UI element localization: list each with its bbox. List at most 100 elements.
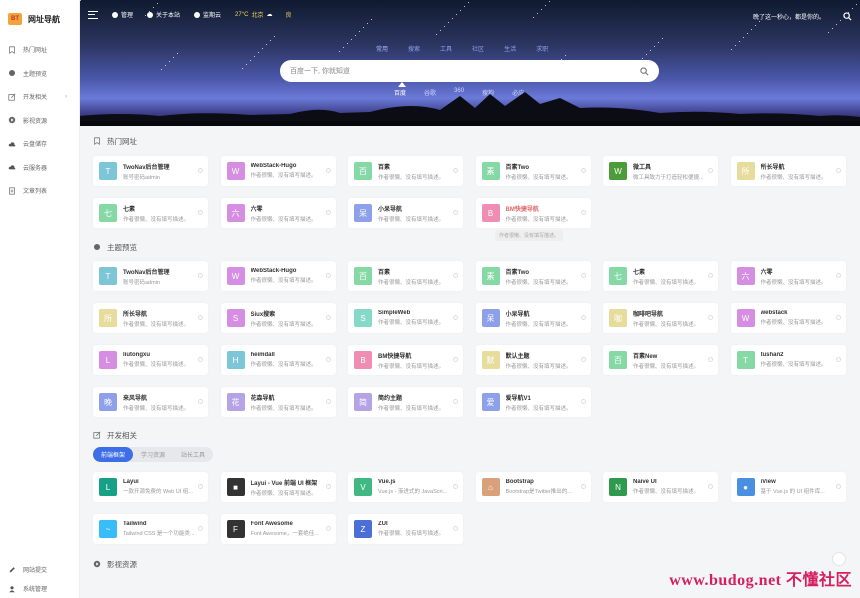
more-info-icon[interactable] (453, 357, 458, 362)
site-card[interactable]: T TwoNav后台管理 账号密码admin (93, 261, 208, 291)
site-card[interactable]: 呆小呆导航 作者很懒、没有填写描述。 (475, 303, 591, 333)
search-icon[interactable] (843, 12, 852, 21)
site-card[interactable]: 百百素 作者很懒、没有填写描述。 (348, 156, 463, 186)
site-card[interactable]: Ttushan2 作者很懒、没有填写描述。 (730, 345, 846, 375)
search-submit-icon[interactable] (640, 66, 649, 76)
more-info-icon[interactable] (453, 273, 458, 278)
search-category-tab[interactable]: 常用 (376, 44, 388, 53)
sidebar-item[interactable]: 系统管理 (0, 579, 80, 598)
site-card[interactable]: B BM快捷导航 作者很懒、没有填写描述。 (348, 345, 463, 375)
site-card[interactable]: W WebStack-Hugo 作者很懒、没有填写描述。 (220, 261, 336, 291)
sidebar-item[interactable]: 热门网址 (0, 38, 79, 62)
more-info-icon[interactable] (198, 484, 203, 489)
site-card[interactable]: ⌂ Bootstrap Bootstrap是Twitter推出的... (475, 472, 591, 502)
more-info-icon[interactable] (325, 526, 331, 531)
more-info-icon[interactable] (453, 168, 458, 173)
more-info-icon[interactable] (708, 273, 713, 278)
site-card[interactable]: 咖咖啡吧导航 作者很懒、没有填写描述。 (603, 303, 718, 333)
site-card[interactable]: S Siux搜索 作者很懒、没有填写描述。 (220, 303, 336, 333)
topnav-cloud[interactable]: 监期云 (194, 10, 221, 19)
site-card[interactable]: Wwebstack 作者很懒、没有填写描述。 (730, 303, 846, 333)
more-info-icon[interactable] (580, 399, 586, 404)
sidebar-item[interactable]: 文章列表 (0, 179, 79, 203)
sidebar-item[interactable]: 云盘储存 (0, 132, 79, 156)
site-card[interactable]: 素百素Two 作者很懒、没有填写描述。 (475, 261, 591, 291)
more-info-icon[interactable] (325, 399, 331, 404)
more-info-icon[interactable] (835, 484, 841, 489)
more-info-icon[interactable] (835, 168, 841, 173)
sidebar-item[interactable]: 影视资源 (0, 109, 79, 133)
site-card[interactable]: 所所长导航 作者很懒、没有填写描述。 (730, 156, 846, 186)
more-info-icon[interactable] (325, 273, 331, 278)
more-info-icon[interactable] (835, 357, 841, 362)
site-card[interactable]: L Layui 一款开源免费的 Web UI 组... (93, 472, 208, 502)
search-category-tab[interactable]: 搜索 (408, 44, 420, 53)
topnav-about[interactable]: 关于本站 (147, 10, 180, 19)
weather-widget[interactable]: 27°C 北京 ☁ 良 (235, 10, 291, 20)
more-info-icon[interactable] (708, 484, 713, 489)
search-category-tab[interactable]: 生活 (504, 44, 516, 53)
site-card[interactable]: 百百素New 作者很懒、没有填写描述。 (603, 345, 718, 375)
more-info-icon[interactable] (325, 315, 331, 320)
site-card[interactable]: Z ZUI 作者很懒、没有填写描述。 (348, 514, 463, 544)
site-card[interactable]: 百百素 作者很懒、没有填写描述。 (348, 261, 463, 291)
site-card[interactable]: ● iView 基于 Vue.js 的 UI 组件库... (730, 472, 846, 502)
site-logo[interactable]: BT 网址导航 (0, 0, 79, 38)
site-card[interactable]: W 微工具 微工具致力于打造轻松便捷... (603, 156, 718, 186)
site-card[interactable]: 晚来风导航 作者很懒、没有填写描述。 (93, 387, 208, 417)
more-info-icon[interactable] (198, 168, 203, 173)
site-card[interactable]: 所所长导航 作者很懒、没有填写描述。 (93, 303, 208, 333)
site-card[interactable]: ~ Tailwind Tailwind CSS 是一个功能类... (93, 514, 208, 544)
site-card[interactable]: ■ Layui - Vue 前端 UI 框架 作者很懒、没有填写描述。 (220, 472, 336, 502)
topnav-admin[interactable]: 管理 (112, 10, 133, 19)
more-info-icon[interactable] (580, 210, 586, 215)
site-card[interactable]: S SimpleWeb 作者很懒、没有填写描述。 (348, 303, 463, 333)
site-card[interactable]: Hheimdall 作者很懒、没有填写描述。 (220, 345, 336, 375)
site-card[interactable]: N Naive UI 作者很懒、没有填写描述。 (603, 472, 718, 502)
more-info-icon[interactable] (708, 168, 713, 173)
more-info-icon[interactable] (453, 315, 458, 320)
site-card[interactable]: W WebStack-Hugo 作者很懒、没有填写描述。 (220, 156, 336, 186)
site-card[interactable]: 六六零 作者很懒、没有填写描述。 (220, 198, 336, 228)
more-info-icon[interactable] (453, 526, 458, 531)
site-card[interactable]: T TwoNav后台管理 账号密码admin (93, 156, 208, 186)
more-info-icon[interactable] (198, 315, 203, 320)
more-info-icon[interactable] (708, 315, 713, 320)
search-category-tab[interactable]: 工具 (440, 44, 452, 53)
more-info-icon[interactable] (325, 484, 331, 489)
sidebar-item[interactable]: 云服务器 (0, 156, 79, 180)
sidebar-item[interactable]: 网站提交 (0, 560, 80, 579)
more-info-icon[interactable] (325, 168, 331, 173)
search-input[interactable]: 百度一下, 你就知道 (290, 66, 350, 76)
site-card[interactable]: 呆小呆导航 作者很懒、没有填写描述。 (348, 198, 463, 228)
more-info-icon[interactable] (198, 357, 203, 362)
search-category-tab[interactable]: 求职 (536, 44, 548, 53)
site-card[interactable]: 爱爱导航V1 作者很懒、没有填写描述。 (475, 387, 591, 417)
more-info-icon[interactable] (198, 273, 203, 278)
site-card[interactable]: 素百素Two 作者很懒、没有填写描述。 (475, 156, 591, 186)
more-info-icon[interactable] (580, 273, 586, 278)
more-info-icon[interactable] (198, 210, 203, 215)
more-info-icon[interactable] (835, 315, 841, 320)
more-info-icon[interactable] (835, 273, 841, 278)
site-card[interactable]: Lliutongxu 作者很懒、没有填写描述。 (93, 345, 208, 375)
more-info-icon[interactable] (580, 484, 586, 489)
more-info-icon[interactable] (453, 484, 458, 489)
more-info-icon[interactable] (325, 210, 331, 215)
site-card[interactable]: 六六零 作者很懒、没有填写描述。 (730, 261, 846, 291)
dev-subtab[interactable]: 前端框架 (93, 447, 133, 462)
more-info-icon[interactable] (580, 315, 586, 320)
site-card[interactable]: F Font Awesome Font Awesome，一套绝佳... (220, 514, 336, 544)
search-category-tab[interactable]: 社区 (472, 44, 484, 53)
more-info-icon[interactable] (708, 357, 713, 362)
menu-icon[interactable] (88, 10, 98, 19)
back-to-top-button[interactable] (832, 552, 846, 566)
site-card[interactable]: 默默认主题 作者很懒、没有填写描述。 (475, 345, 591, 375)
site-card[interactable]: V Vue.js Vue.js - 渐进式的 JavaScri... (348, 472, 463, 502)
more-info-icon[interactable] (453, 399, 458, 404)
more-info-icon[interactable] (198, 526, 203, 531)
more-info-icon[interactable] (453, 210, 458, 215)
dev-subtab[interactable]: 站长工具 (173, 447, 213, 462)
dev-subtab[interactable]: 学习资源 (133, 447, 173, 462)
more-info-icon[interactable] (580, 168, 586, 173)
